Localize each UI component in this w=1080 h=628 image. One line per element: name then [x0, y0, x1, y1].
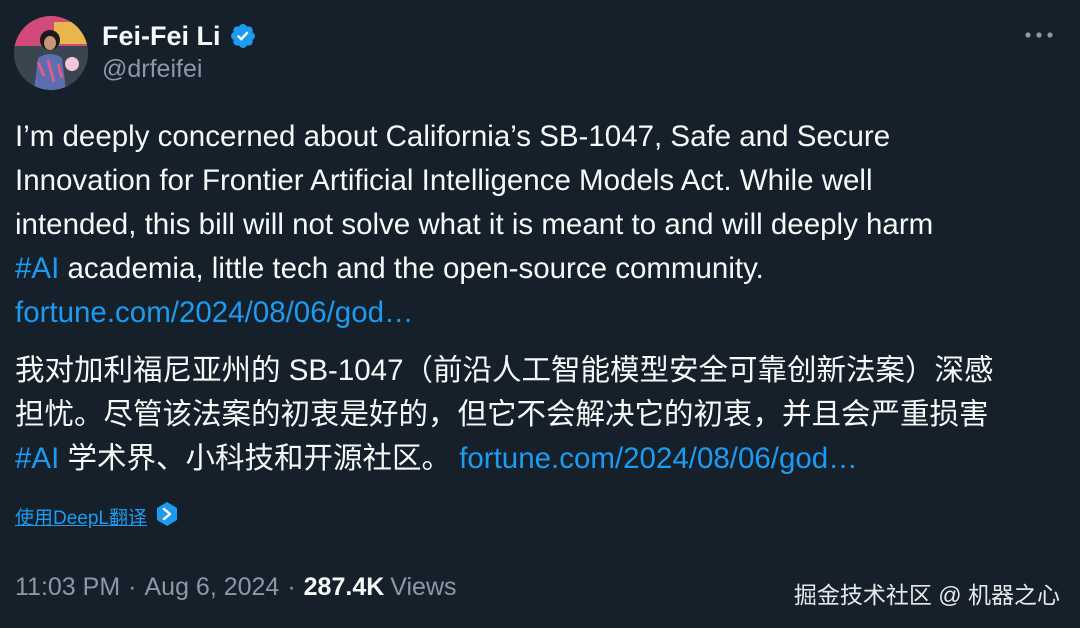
author-display-name[interactable]: Fei-Fei Li	[102, 21, 221, 52]
author-handle[interactable]: @drfeifei	[102, 55, 202, 84]
tweet-line: #AI academia, little tech and the open-s…	[15, 247, 1055, 291]
article-link[interactable]: fortune.com/2024/08/06/god…	[15, 296, 414, 329]
tweet-text-english: I’m deeply concerned about California’s …	[15, 115, 1055, 335]
tweet-line-text: 学术界、小科技和开源社区。	[59, 442, 460, 475]
tweet-meta: 11:03 PM · Aug 6, 2024 · 287.4K Views	[15, 566, 457, 608]
more-options-button[interactable]	[1020, 20, 1058, 50]
article-link[interactable]: fortune.com/2024/08/06/god…	[459, 442, 858, 475]
tweet-line: intended, this bill will not solve what …	[15, 208, 934, 241]
hashtag-ai-link[interactable]: #AI	[15, 252, 59, 285]
tweet-time[interactable]: 11:03 PM	[15, 573, 120, 602]
translate-row: 使用DeepL翻译	[15, 500, 179, 532]
views-label: Views	[390, 572, 457, 601]
tweet-date[interactable]: Aug 6, 2024	[144, 573, 279, 602]
hashtag-ai-link[interactable]: #AI	[15, 442, 59, 475]
views-count[interactable]: 287.4K	[304, 573, 385, 602]
translate-with-deepl-link[interactable]: 使用DeepL翻译	[15, 503, 147, 530]
separator-dot: ·	[287, 572, 296, 601]
tweet-line: 担忧。尽管该法案的初衷是好的，但它不会解决它的初衷，并且会严重损害	[15, 398, 989, 431]
separator-dot: ·	[128, 572, 137, 601]
tweet-line: 我对加利福尼亚州的 SB-1047（前沿人工智能模型安全可靠创新法案）深感	[15, 354, 994, 387]
deepl-logo-icon[interactable]	[155, 501, 179, 532]
author-name-row: Fei-Fei Li	[102, 18, 257, 54]
avatar[interactable]	[14, 16, 88, 90]
tweet-line: I’m deeply concerned about California’s …	[15, 120, 891, 153]
tweet-line: #AI 学术界、小科技和开源社区。 fortune.com/2024/08/06…	[15, 437, 1055, 481]
tweet-line: Innovation for Frontier Artificial Intel…	[15, 164, 873, 197]
verified-badge-icon[interactable]	[229, 22, 257, 50]
tweet-text-chinese: 我对加利福尼亚州的 SB-1047（前沿人工智能模型安全可靠创新法案）深感 担忧…	[15, 349, 1055, 481]
avatar-photo	[14, 16, 88, 90]
tweet-line-text: academia, little tech and the open-sourc…	[59, 252, 764, 285]
tweet-line: fortune.com/2024/08/06/god…	[15, 291, 1055, 335]
more-horizontal-icon	[1025, 32, 1053, 38]
watermark: 掘金技术社区 @ 机器之心	[793, 582, 1060, 608]
